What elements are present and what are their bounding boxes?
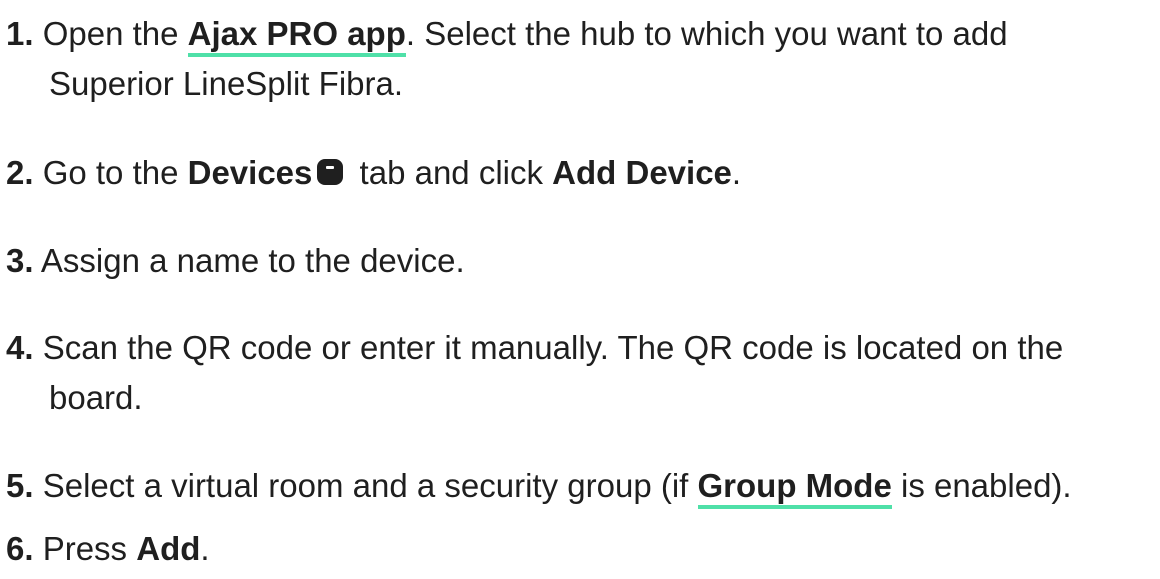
step-1-line-2: Superior LineSplit Fibra. <box>49 65 404 102</box>
step-text: Scan the QR code or enter it manually. T… <box>33 329 1064 366</box>
step-1: 1. Open the Ajax PRO app. Select the hub… <box>6 9 1156 109</box>
step-text: . <box>731 154 742 191</box>
step-text: Select a virtual room and a security gro… <box>33 467 698 504</box>
step-3: 3. Assign a name to the device. <box>6 236 1156 286</box>
step-2: 2. Go to the Devices tab and click Add D… <box>6 148 1156 198</box>
step-1-line-1: 1. Open the Ajax PRO app. Select the hub… <box>6 9 1156 59</box>
devices-tab-icon <box>317 159 344 185</box>
step-number: 4. <box>6 329 34 366</box>
step-4-line-1: 4. Scan the QR code or enter it manually… <box>6 323 1156 373</box>
step-4: 4. Scan the QR code or enter it manually… <box>6 323 1156 423</box>
step-text: tab and click <box>350 154 553 191</box>
step-text: is enabled). <box>891 467 1072 504</box>
step-text: . <box>200 530 210 567</box>
add-device-label: Add Device <box>552 154 732 191</box>
add-label: Add <box>136 530 201 567</box>
step-text: Open the <box>33 15 188 52</box>
instruction-steps: 1. Open the Ajax PRO app. Select the hub… <box>0 0 1160 579</box>
step-text: Assign a name to the device. <box>33 242 465 279</box>
ajax-pro-app-link[interactable]: Ajax PRO app <box>187 15 406 57</box>
step-4-line-2: board. <box>49 379 143 416</box>
step-text: . Select the hub to which you want to ad… <box>405 15 1008 52</box>
step-5: 5. Select a virtual room and a security … <box>6 461 1156 511</box>
step-text: Go to the <box>33 154 188 191</box>
step-number: 2. <box>6 154 34 191</box>
step-text: Press <box>33 530 137 567</box>
step-number: 1. <box>6 15 34 52</box>
step-number: 6. <box>6 530 34 567</box>
devices-tab-label: Devices <box>187 154 313 191</box>
step-number: 5. <box>6 467 34 504</box>
step-number: 3. <box>6 242 34 279</box>
step-6: 6. Press Add. <box>6 524 1156 574</box>
group-mode-link[interactable]: Group Mode <box>697 467 892 509</box>
